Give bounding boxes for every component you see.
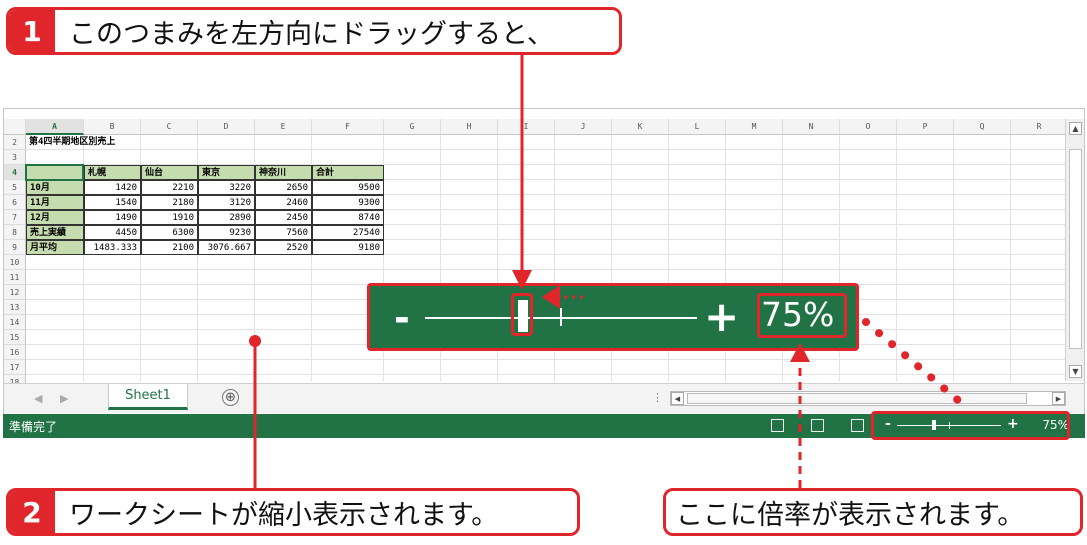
callout-2: 2 ワークシートが縮小表示されます。 <box>6 488 580 536</box>
annotation-arrows <box>249 55 970 488</box>
callout-text: ワークシートが縮小表示されます。 <box>69 499 499 531</box>
callout-text: ここに倍率が表示されます。 <box>676 499 1025 531</box>
callout-number: 2 <box>9 491 55 533</box>
callout-3: ここに倍率が表示されます。 <box>663 488 1083 536</box>
